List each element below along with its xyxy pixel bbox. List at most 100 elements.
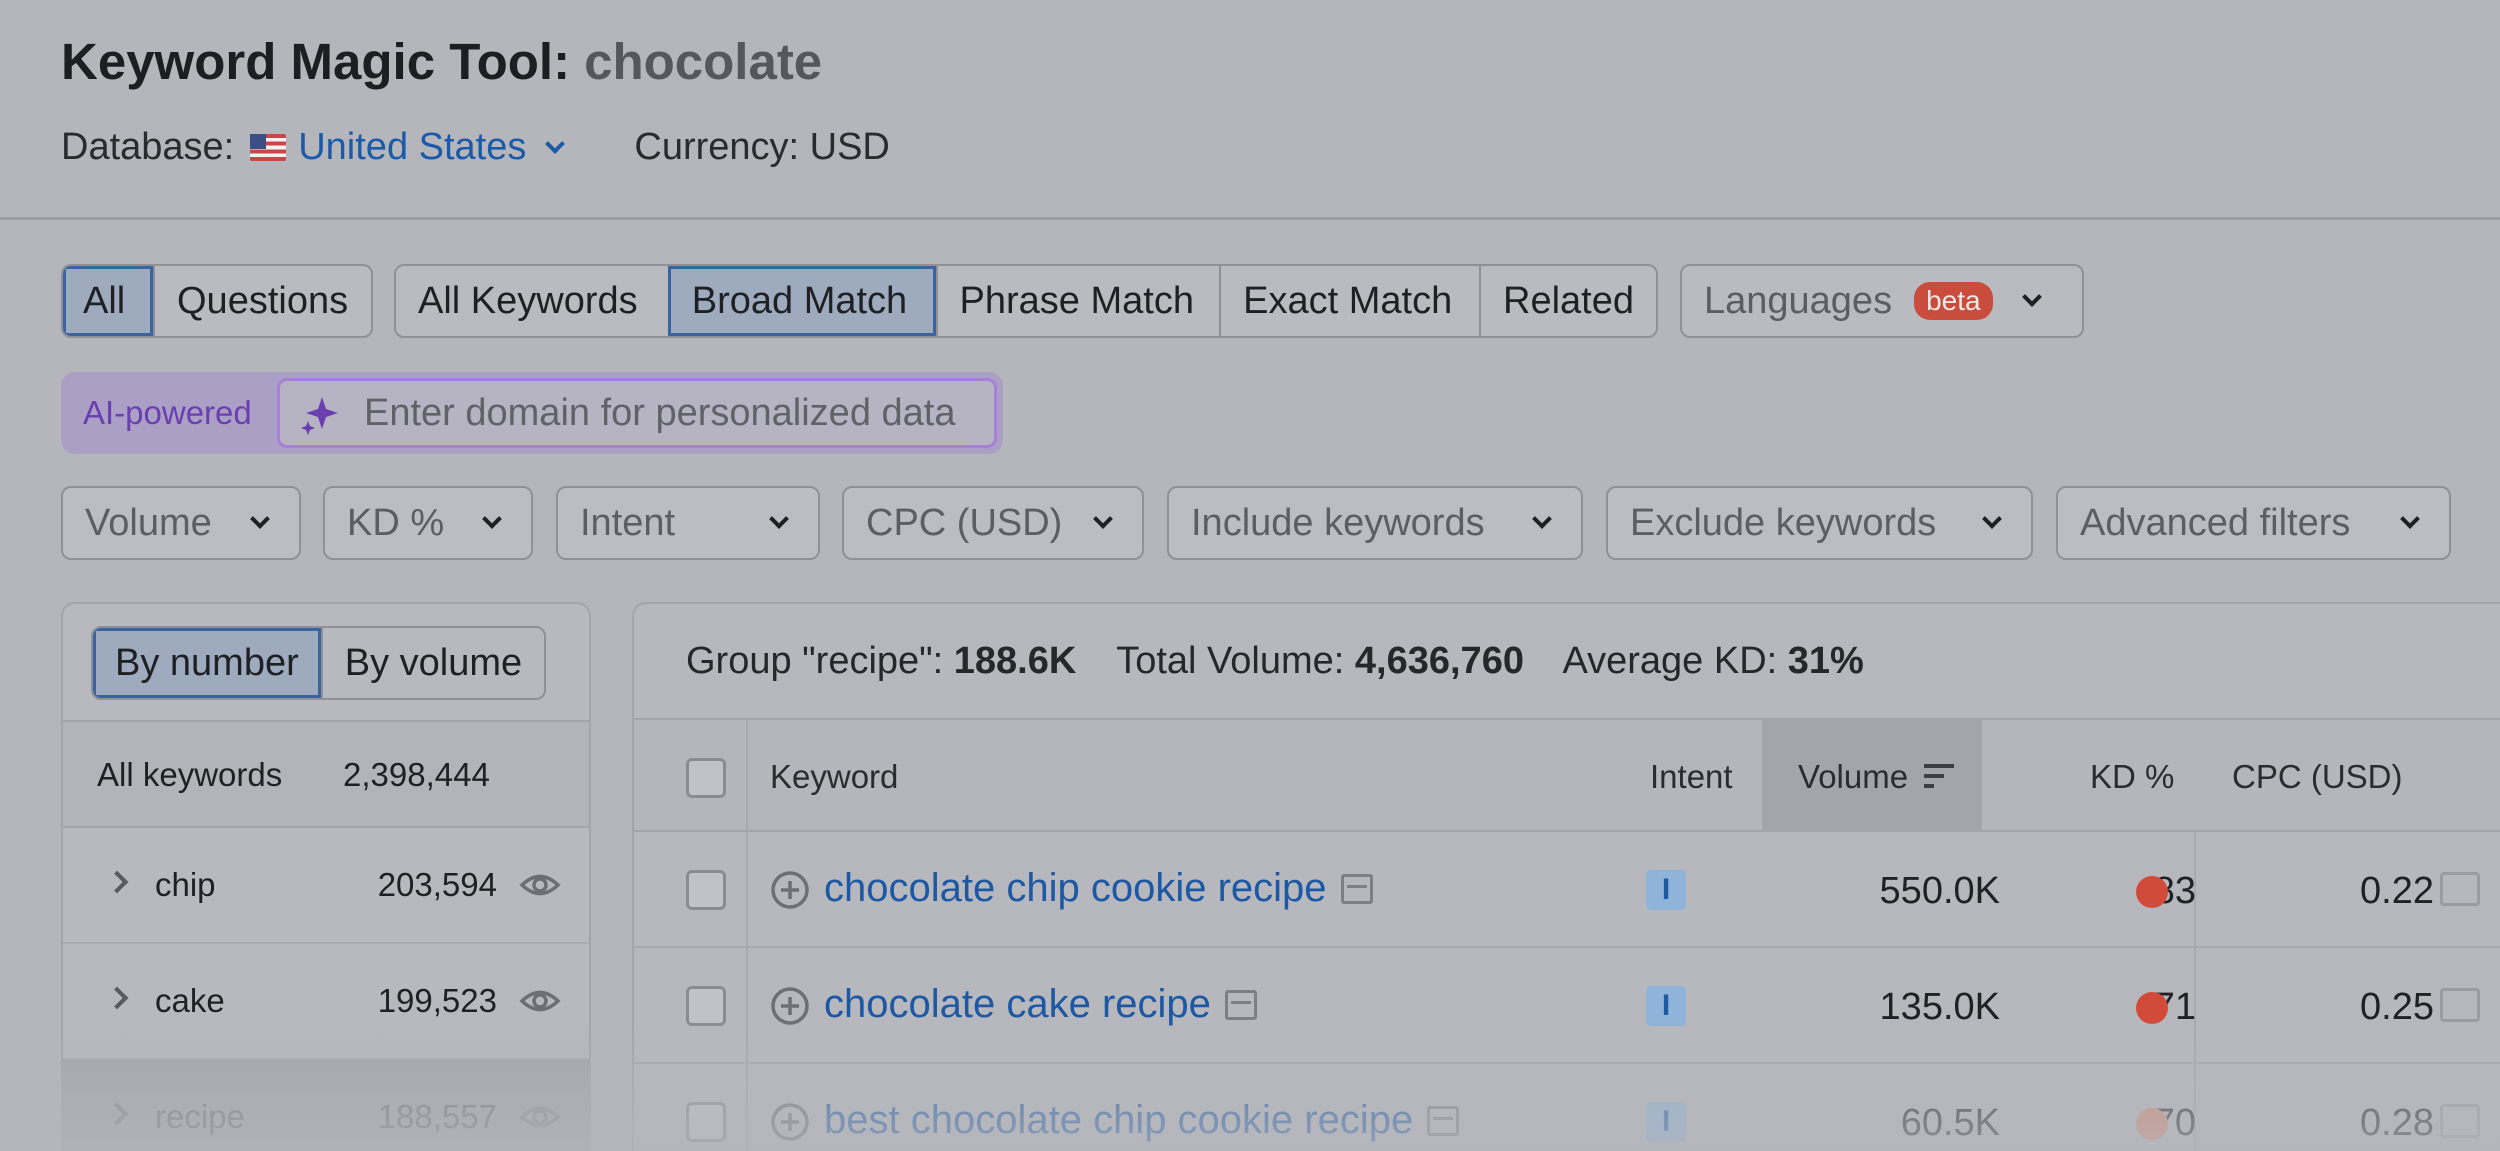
tab-all[interactable]: All — [63, 266, 153, 336]
kd-difficulty-dot — [2136, 1108, 2168, 1140]
chevron-down-icon — [2400, 509, 2420, 529]
add-keyword-icon[interactable] — [770, 1102, 810, 1142]
tab-exact-match[interactable]: Exact Match — [1219, 266, 1479, 336]
group-summary: Group "recipe": 188.6K Total Volume: 4,6… — [686, 640, 1894, 683]
total-volume-value: 4,636,760 — [1354, 640, 1524, 682]
intent-badge[interactable]: I — [1646, 870, 1686, 910]
kd-column-label[interactable]: KD % — [2090, 758, 2174, 796]
table-row: chocolate chip cookie recipe I 550.0K 83… — [634, 832, 2500, 948]
all-keywords-row[interactable]: All keywords 2,398,444 — [63, 720, 589, 828]
group-count: 188,557 — [377, 1098, 497, 1135]
sort-descending-icon[interactable] — [1924, 762, 1956, 790]
group-count: 199,523 — [377, 982, 497, 1019]
serp-features-icon[interactable] — [1224, 989, 1257, 1020]
filter-label: Include keywords — [1191, 501, 1485, 544]
volume-value: 135.0K — [1879, 986, 2000, 1028]
group-row-chip[interactable]: chip 203,594 — [63, 828, 589, 944]
beta-badge: beta — [1914, 282, 1993, 320]
chevron-down-icon — [482, 509, 502, 529]
volume-column-label[interactable]: Volume — [1798, 758, 1908, 796]
filter-label: Intent — [580, 501, 676, 544]
eye-icon[interactable] — [519, 980, 561, 1022]
add-keyword-icon[interactable] — [770, 986, 810, 1026]
page-title: Keyword Magic Tool: chocolate — [61, 32, 822, 91]
filter-label: KD % — [347, 501, 445, 544]
keyword-column-label[interactable]: Keyword — [770, 758, 898, 796]
keyword-link[interactable]: chocolate chip cookie recipe — [824, 866, 1373, 911]
chevron-right-icon[interactable] — [105, 1102, 129, 1126]
keyword-text: chocolate chip cookie recipe — [824, 866, 1327, 910]
serp-preview-icon[interactable] — [2440, 988, 2480, 1022]
database-selector[interactable]: United States — [298, 126, 566, 169]
chevron-down-icon — [1982, 509, 2002, 529]
by-number-button[interactable]: By number — [93, 628, 321, 698]
group-count: 203,594 — [377, 866, 497, 903]
tab-broad-match[interactable]: Broad Match — [667, 266, 936, 336]
tab-phrase-match[interactable]: Phrase Match — [935, 266, 1220, 336]
database-value: United States — [298, 126, 527, 168]
tab-questions[interactable]: Questions — [153, 266, 371, 336]
average-kd-value: 31% — [1787, 640, 1864, 682]
select-all-checkbox[interactable] — [686, 758, 726, 798]
volume-value: 550.0K — [1879, 870, 2000, 912]
group-name: recipe — [155, 1098, 245, 1135]
group-row-cake[interactable]: cake 199,523 — [63, 944, 589, 1060]
cpc-value: 0.28 — [2360, 1102, 2434, 1144]
page-header: Keyword Magic Tool: chocolate Database: U… — [0, 0, 2500, 220]
chevron-down-icon — [545, 133, 566, 154]
total-volume-label: Total Volume: — [1116, 640, 1345, 682]
filter-advanced[interactable]: Advanced filters — [2056, 486, 2451, 560]
cpc-value: 0.22 — [2360, 870, 2434, 912]
column-divider — [746, 832, 748, 946]
ai-personalization: AI-powered Enter domain for personalized… — [61, 372, 1003, 454]
by-volume-button[interactable]: By volume — [320, 628, 544, 698]
tab-related[interactable]: Related — [1479, 266, 1656, 336]
filter-intent[interactable]: Intent — [556, 486, 820, 560]
chevron-right-icon[interactable] — [105, 870, 129, 894]
filter-kd[interactable]: KD % — [323, 486, 533, 560]
serp-preview-icon[interactable] — [2440, 872, 2480, 906]
keyword-link[interactable]: chocolate cake recipe — [824, 982, 1257, 1027]
eye-icon[interactable] — [519, 1096, 561, 1138]
row-checkbox[interactable] — [686, 986, 726, 1026]
filter-cpc[interactable]: CPC (USD) — [842, 486, 1144, 560]
currency-label: Currency: USD — [634, 126, 890, 168]
intent-column-label[interactable]: Intent — [1650, 758, 1733, 796]
cpc-column-label[interactable]: CPC (USD) — [2232, 758, 2403, 796]
keyword-table-panel: Group "recipe": 188.6K Total Volume: 4,6… — [632, 602, 2500, 1151]
tool-name: Keyword Magic Tool: — [61, 33, 571, 90]
filter-include-keywords[interactable]: Include keywords — [1167, 486, 1583, 560]
add-keyword-icon[interactable] — [770, 870, 810, 910]
keyword-text: best chocolate chip cookie recipe — [824, 1098, 1414, 1142]
eye-icon[interactable] — [519, 864, 561, 906]
chevron-right-icon[interactable] — [105, 986, 129, 1010]
row-checkbox[interactable] — [686, 870, 726, 910]
serp-preview-icon[interactable] — [2440, 1104, 2480, 1138]
chevron-down-icon — [2021, 287, 2042, 307]
intent-badge[interactable]: I — [1646, 986, 1686, 1026]
table-row: chocolate cake recipe I 135.0K 71 0.25 — [634, 948, 2500, 1064]
serp-features-icon[interactable] — [1427, 1105, 1460, 1136]
row-checkbox[interactable] — [686, 1102, 726, 1142]
intent-badge[interactable]: I — [1646, 1102, 1686, 1142]
filter-label: CPC (USD) — [866, 501, 1063, 544]
tab-all-keywords[interactable]: All Keywords — [396, 266, 668, 336]
chevron-down-icon — [769, 509, 789, 529]
domain-input[interactable]: Enter domain for personalized data — [277, 378, 997, 448]
filter-volume[interactable]: Volume — [61, 486, 301, 560]
filter-exclude-keywords[interactable]: Exclude keywords — [1606, 486, 2033, 560]
domain-input-placeholder: Enter domain for personalized data — [364, 391, 956, 434]
serp-features-icon[interactable] — [1340, 873, 1373, 904]
keyword-link[interactable]: best chocolate chip cookie recipe — [824, 1098, 1460, 1143]
sparkle-icon — [301, 397, 338, 435]
kd-difficulty-dot — [2136, 992, 2168, 1024]
group-name: cake — [155, 982, 225, 1019]
keyword-groups-panel: By number By volume All keywords 2,398,4… — [61, 602, 591, 1151]
chevron-down-icon — [250, 509, 270, 529]
group-label: Group "recipe": — [686, 640, 944, 682]
group-value: 188.6K — [953, 640, 1077, 682]
group-row-recipe[interactable]: recipe 188,557 — [63, 1060, 589, 1151]
database-label: Database: — [61, 126, 235, 168]
column-divider — [746, 1064, 748, 1151]
languages-dropdown[interactable]: Languages beta — [1680, 264, 2084, 338]
